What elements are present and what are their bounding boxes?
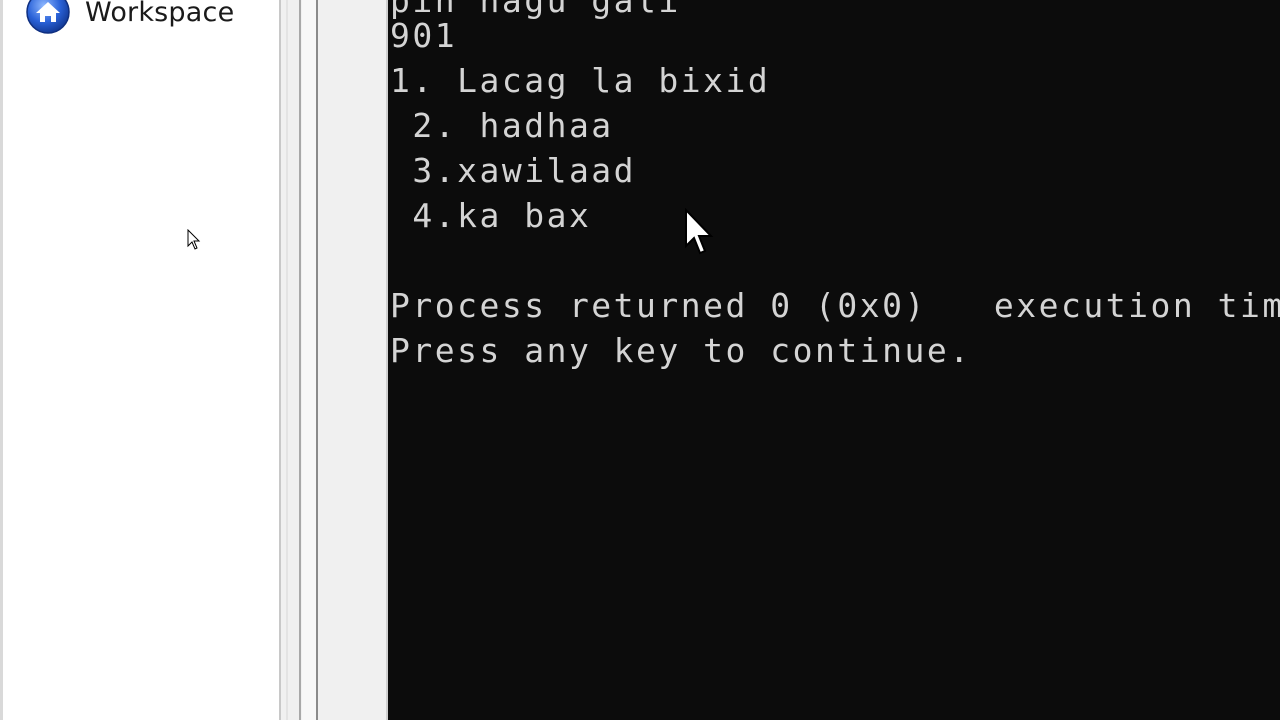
workspace-panel: Workspace	[0, 0, 279, 720]
console-line: Process returned 0 (0x0) execution tim	[390, 286, 1280, 325]
console-line: 1. Lacag la bixid	[390, 61, 771, 100]
screen: Workspace pin hagu gali 901 1. Lacag la …	[0, 0, 1280, 720]
console-line: 4.ka bax	[390, 196, 592, 235]
console-window[interactable]: pin hagu gali 901 1. Lacag la bixid 2. h…	[388, 0, 1280, 720]
console-line: 3.xawilaad	[390, 151, 637, 190]
home-icon	[26, 0, 70, 34]
console-line: 901	[390, 16, 458, 55]
console-window-frame	[318, 0, 388, 720]
workspace-tree-item[interactable]: Workspace	[25, 0, 234, 36]
console-line: 2. hadhaa	[390, 106, 614, 145]
splitter-edge	[279, 0, 281, 720]
mouse-pointer-icon	[187, 229, 201, 250]
workspace-label: Workspace	[85, 0, 235, 28]
splitter-edge	[286, 0, 288, 720]
panel-splitter[interactable]	[279, 0, 318, 720]
console-line: Press any key to continue.	[390, 331, 972, 370]
splitter-edge	[299, 0, 301, 720]
splitter-edge	[302, 0, 316, 720]
mouse-pointer-icon	[685, 208, 714, 255]
